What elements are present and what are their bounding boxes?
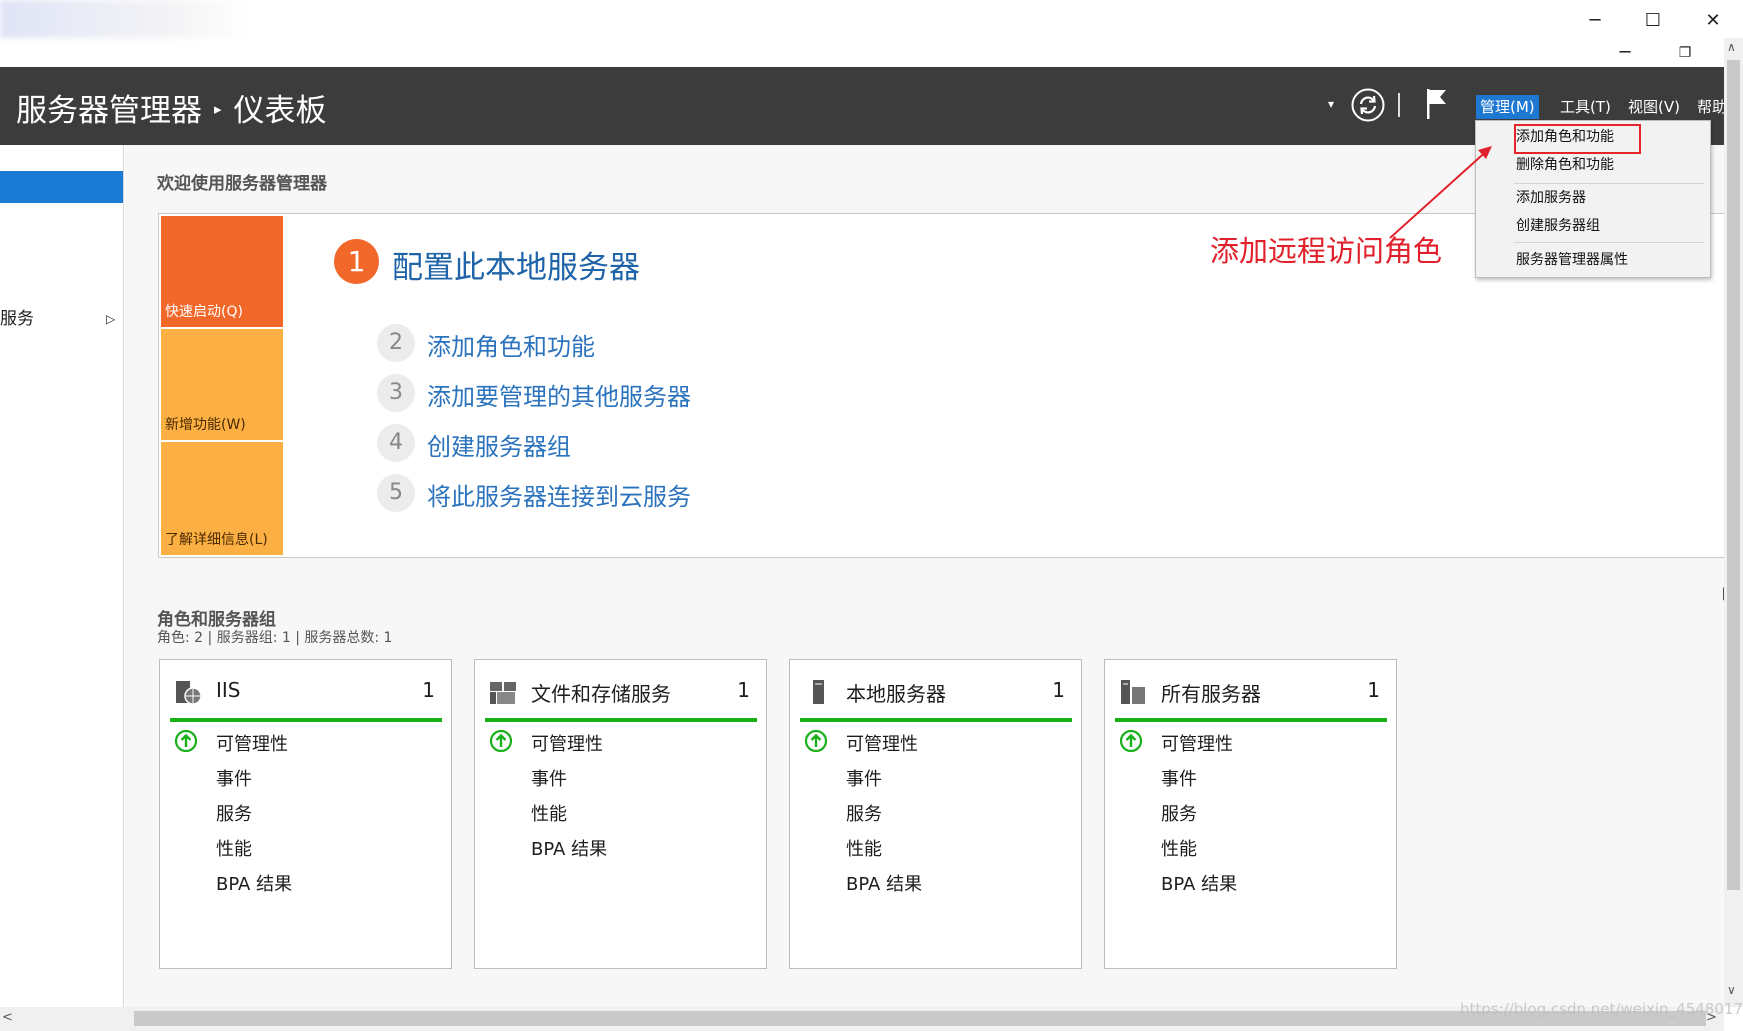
watermark: https://blog.csdn.net/weixin_45480174 <box>1460 1000 1743 1018</box>
file-storage-icon <box>490 682 516 704</box>
menu-separator <box>1514 183 1704 184</box>
menu-view[interactable]: 视图(V) <box>1624 95 1684 119</box>
card-row-events[interactable]: 事件 <box>846 765 882 791</box>
step-number-badge: 1 <box>334 239 379 284</box>
status-ok-icon <box>174 729 198 753</box>
scroll-up-icon[interactable]: ∧ <box>1727 40 1736 54</box>
card-row-bpa[interactable]: BPA 结果 <box>216 870 292 896</box>
card-title[interactable]: 所有服务器 <box>1161 678 1261 707</box>
tile-whats-new[interactable]: 新增功能(W) <box>161 329 283 440</box>
card-count: 1 <box>1367 678 1380 702</box>
chevron-right-icon: ▷ <box>106 312 116 326</box>
card-status-bar <box>170 718 442 722</box>
card-status-bar <box>485 718 757 722</box>
left-navigation: 服务 ▷ <box>0 145 124 1007</box>
scroll-down-icon[interactable]: ∨ <box>1727 983 1736 997</box>
card-row-bpa[interactable]: BPA 结果 <box>1161 870 1237 896</box>
role-card-iis[interactable]: IIS 1 可管理性 事件 服务 性能 BPA 结果 <box>159 659 452 969</box>
tile-label: 新增功能(W) <box>165 417 246 433</box>
menu-help[interactable]: 帮助 <box>1693 95 1724 119</box>
breadcrumb-current: 仪表板 <box>233 93 327 129</box>
card-row-services[interactable]: 服务 <box>216 800 252 826</box>
breadcrumb-separator-icon: ▸ <box>214 99 222 118</box>
welcome-title: 欢迎使用服务器管理器 <box>157 174 327 194</box>
maximize-button[interactable]: ☐ <box>1633 6 1673 36</box>
step-link[interactable]: 配置此本地服务器 <box>392 242 640 287</box>
menu-item-server-manager-properties[interactable]: 服务器管理器属性 <box>1516 248 1628 272</box>
card-row-performance[interactable]: 性能 <box>216 835 252 861</box>
tile-label: 快速启动(Q) <box>165 304 243 320</box>
history-dropdown-icon[interactable]: ▾ <box>1328 97 1334 111</box>
tile-learn-more[interactable]: 了解详细信息(L) <box>161 442 283 555</box>
refresh-icon[interactable] <box>1350 87 1386 123</box>
step-number-badge: 2 <box>377 324 415 362</box>
role-card-file-storage[interactable]: 文件和存储服务 1 可管理性 事件 性能 BPA 结果 <box>474 659 767 969</box>
card-row-manageability[interactable]: 可管理性 <box>846 730 918 756</box>
step-number-badge: 3 <box>377 374 415 412</box>
card-row-events[interactable]: 事件 <box>531 765 567 791</box>
menu-tools[interactable]: 工具(T) <box>1556 95 1615 119</box>
vertical-scroll-thumb[interactable] <box>1727 60 1740 890</box>
card-title[interactable]: 文件和存储服务 <box>531 678 671 707</box>
nav-item-dashboard-selected[interactable] <box>0 171 123 203</box>
card-title[interactable]: IIS <box>216 678 241 702</box>
scroll-left-icon[interactable]: < <box>2 1010 13 1025</box>
card-title[interactable]: 本地服务器 <box>846 678 946 707</box>
inner-minimize-button[interactable]: ─ <box>1605 38 1645 68</box>
status-ok-icon <box>489 729 513 753</box>
inner-restore-button[interactable]: ❐ <box>1665 38 1705 68</box>
breadcrumb-root[interactable]: 服务器管理器 <box>16 93 202 129</box>
card-row-performance[interactable]: 性能 <box>531 800 567 826</box>
role-card-local-server[interactable]: 本地服务器 1 可管理性 事件 服务 性能 BPA 结果 <box>789 659 1082 969</box>
role-card-all-servers[interactable]: 所有服务器 1 可管理性 事件 服务 性能 BPA 结果 <box>1104 659 1397 969</box>
minimize-button[interactable]: ─ <box>1575 6 1615 36</box>
all-servers-icon <box>1121 680 1145 704</box>
card-row-bpa[interactable]: BPA 结果 <box>531 835 607 861</box>
card-row-services[interactable]: 服务 <box>846 800 882 826</box>
step-link[interactable]: 将此服务器连接到云服务 <box>427 477 691 512</box>
card-row-bpa[interactable]: BPA 结果 <box>846 870 922 896</box>
blurred-window-title <box>0 0 250 38</box>
breadcrumb: 服务器管理器 ▸ 仪表板 <box>16 85 327 130</box>
status-ok-icon <box>1119 729 1143 753</box>
card-row-performance[interactable]: 性能 <box>846 835 882 861</box>
server-icon <box>813 680 824 704</box>
menu-manage[interactable]: 管理(M) <box>1476 95 1539 119</box>
step-link[interactable]: 创建服务器组 <box>427 427 571 462</box>
card-row-services[interactable]: 服务 <box>1161 800 1197 826</box>
card-row-manageability[interactable]: 可管理性 <box>531 730 603 756</box>
step-number-badge: 5 <box>377 474 415 512</box>
card-status-bar <box>800 718 1072 722</box>
notifications-flag-icon[interactable] <box>1424 87 1450 121</box>
highlight-box <box>1514 124 1641 154</box>
iis-icon <box>176 681 202 705</box>
nav-item-services[interactable]: 服务 ▷ <box>0 305 123 333</box>
header-divider <box>1398 93 1400 117</box>
card-row-manageability[interactable]: 可管理性 <box>216 730 288 756</box>
card-row-events[interactable]: 事件 <box>1161 765 1197 791</box>
menu-separator <box>1514 242 1704 243</box>
step-link[interactable]: 添加要管理的其他服务器 <box>427 377 691 412</box>
nav-item-label: 服务 <box>0 309 34 329</box>
step-number-badge: 4 <box>377 424 415 462</box>
tile-label: 了解详细信息(L) <box>165 532 268 548</box>
close-button[interactable]: ✕ <box>1693 6 1733 36</box>
step-link[interactable]: 添加角色和功能 <box>427 327 595 362</box>
card-count: 1 <box>737 678 750 702</box>
card-row-performance[interactable]: 性能 <box>1161 835 1197 861</box>
card-count: 1 <box>422 678 435 702</box>
card-row-manageability[interactable]: 可管理性 <box>1161 730 1233 756</box>
annotation-arrow-icon <box>1389 146 1492 239</box>
roles-summary: 角色: 2 | 服务器组: 1 | 服务器总数: 1 <box>157 630 393 646</box>
tile-quickstart[interactable]: 快速启动(Q) <box>161 216 283 327</box>
status-ok-icon <box>804 729 828 753</box>
vertical-scrollbar[interactable]: ∧ ∨ <box>1724 38 1743 1007</box>
window-titlebar: ─ ☐ ✕ ─ ❐ <box>0 0 1743 67</box>
card-count: 1 <box>1052 678 1065 702</box>
card-status-bar <box>1115 718 1387 722</box>
card-row-events[interactable]: 事件 <box>216 765 252 791</box>
menu-item-remove-roles-features[interactable]: 删除角色和功能 <box>1516 153 1614 177</box>
